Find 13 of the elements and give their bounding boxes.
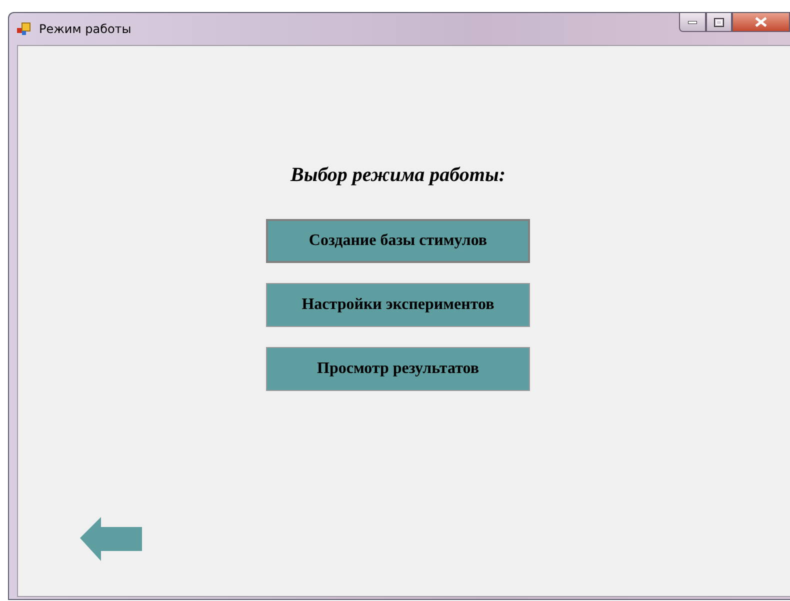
close-icon bbox=[755, 17, 767, 27]
heading: Выбор режима работы: bbox=[290, 164, 506, 187]
minimize-button[interactable] bbox=[679, 13, 706, 32]
maximize-icon bbox=[714, 18, 724, 26]
close-button[interactable] bbox=[732, 13, 790, 32]
mode-button[interactable]: Настройки экспериментов bbox=[266, 283, 530, 327]
window-title: Режим работы bbox=[39, 22, 132, 36]
maximize-button[interactable] bbox=[706, 13, 732, 32]
app-icon bbox=[17, 22, 31, 36]
minimize-icon bbox=[688, 20, 697, 24]
mode-button[interactable]: Создание базы стимулов bbox=[266, 219, 530, 263]
back-arrow-icon[interactable] bbox=[80, 516, 143, 562]
mode-button[interactable]: Просмотр результатов bbox=[266, 347, 530, 391]
